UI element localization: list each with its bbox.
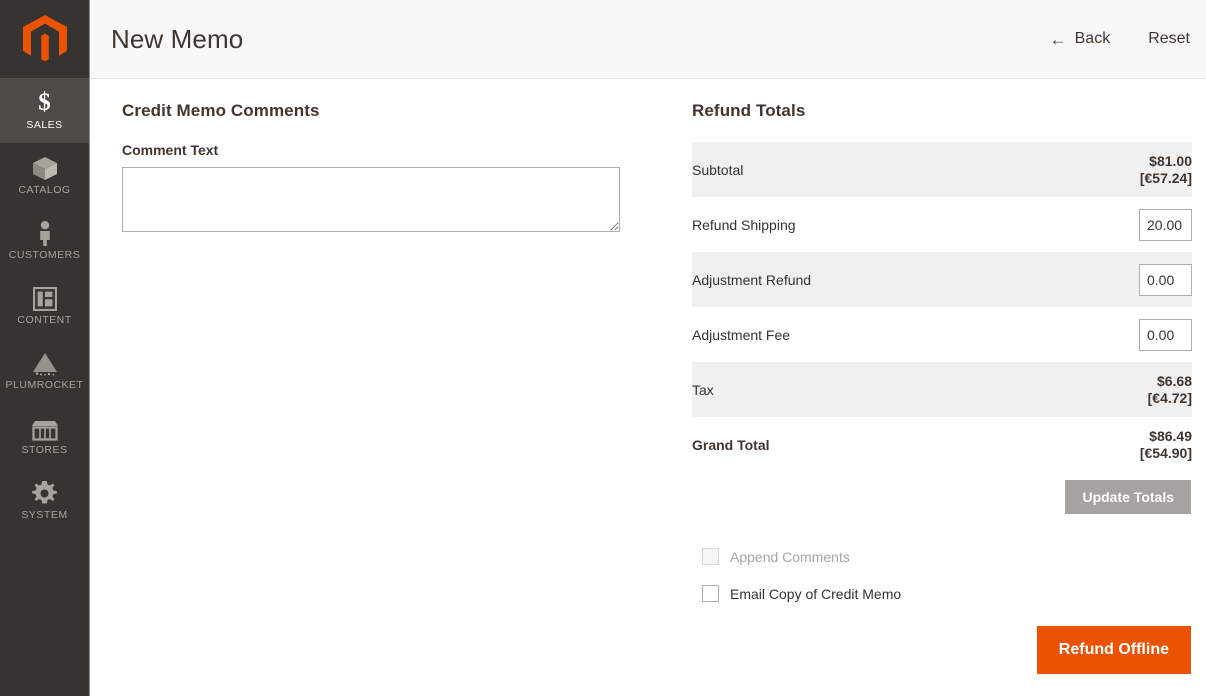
adjustment-refund-input[interactable]: [1139, 263, 1192, 296]
options-group: Append Comments Email Copy of Credit Mem…: [692, 548, 1192, 602]
rocket-icon: [30, 350, 60, 376]
row-label: Adjustment Refund: [692, 252, 1038, 307]
comments-section-title: Credit Memo Comments: [122, 101, 320, 120]
page-header: New Memo ← Back Reset: [90, 0, 1206, 79]
sidebar-item-system[interactable]: SYSTEM: [0, 468, 89, 533]
row-value: $86.49 [€54.90]: [1038, 417, 1192, 472]
magento-logo[interactable]: [0, 0, 89, 78]
person-icon: [36, 220, 54, 247]
comment-text-input[interactable]: [122, 167, 620, 232]
credit-memo-comments-section: Credit Memo Comments Comment Text: [122, 101, 652, 696]
append-comments-label: Append Comments: [730, 548, 850, 565]
table-row: Tax $6.68 [€4.72]: [692, 362, 1192, 417]
sidebar-item-label: PLUMROCKET: [5, 379, 84, 392]
reset-button-label: Reset: [1148, 30, 1190, 47]
refund-totals-title: Refund Totals: [692, 101, 806, 120]
back-button[interactable]: ← Back: [1048, 26, 1113, 52]
table-row: Adjustment Fee: [692, 307, 1192, 362]
comment-text-label: Comment Text: [122, 142, 219, 158]
dollar-icon: $: [38, 89, 51, 117]
box-icon: [32, 155, 58, 181]
storefront-icon: [31, 415, 59, 441]
update-totals-row: Update Totals: [692, 480, 1192, 514]
back-arrow-icon: ←: [1049, 29, 1067, 49]
email-copy-checkbox[interactable]: [702, 585, 719, 602]
row-value-alt: [€57.24]: [1139, 169, 1192, 186]
append-comments-checkbox[interactable]: [702, 548, 719, 565]
sidebar-item-label: CUSTOMERS: [8, 249, 81, 262]
email-copy-row[interactable]: Email Copy of Credit Memo: [702, 585, 1192, 602]
reset-button[interactable]: Reset: [1146, 26, 1192, 52]
refund-totals-table: Subtotal $81.00 [€57.24] Refund Shipping: [692, 142, 1192, 472]
table-row: Refund Shipping: [692, 197, 1192, 252]
sidebar-item-sales[interactable]: $ SALES: [0, 78, 89, 143]
admin-sidebar: $ SALES CATALOG CUSTOMERS CONTENT PLUMRO…: [0, 0, 90, 696]
sidebar-item-label: CONTENT: [17, 314, 72, 327]
main-content: New Memo ← Back Reset Credit Memo Commen…: [90, 0, 1206, 696]
sidebar-item-plumrocket[interactable]: PLUMROCKET: [0, 338, 89, 403]
row-label: Grand Total: [692, 417, 1038, 472]
back-button-label: Back: [1074, 30, 1111, 47]
row-label: Refund Shipping: [692, 197, 1038, 252]
row-value-alt: [€4.72]: [1147, 389, 1192, 406]
row-label: Tax: [692, 362, 1038, 417]
row-value-alt: [€54.90]: [1139, 444, 1192, 461]
email-copy-label: Email Copy of Credit Memo: [730, 585, 902, 602]
header-actions: ← Back Reset: [1048, 26, 1192, 52]
row-value: $6.68 [€4.72]: [1038, 362, 1192, 417]
table-row: Subtotal $81.00 [€57.24]: [692, 142, 1192, 197]
magento-logo-icon: [22, 15, 67, 62]
sidebar-item-stores[interactable]: STORES: [0, 403, 89, 468]
row-label: Subtotal: [692, 142, 1038, 197]
refund-shipping-input[interactable]: [1139, 208, 1192, 241]
content-area: Credit Memo Comments Comment Text Refund…: [90, 79, 1206, 696]
row-label: Adjustment Fee: [692, 307, 1038, 362]
append-comments-row[interactable]: Append Comments: [702, 548, 1192, 565]
row-value-base: $81.00: [1149, 152, 1192, 169]
sidebar-item-label: SALES: [26, 119, 63, 132]
sidebar-item-content[interactable]: CONTENT: [0, 273, 89, 338]
admin-page: $ SALES CATALOG CUSTOMERS CONTENT PLUMRO…: [0, 0, 1206, 696]
row-input-cell: [1038, 307, 1192, 362]
row-input-cell: [1038, 197, 1192, 252]
adjustment-fee-input[interactable]: [1139, 318, 1192, 351]
refund-offline-button[interactable]: Refund Offline: [1036, 626, 1191, 674]
sidebar-item-customers[interactable]: CUSTOMERS: [0, 208, 89, 273]
table-row: Adjustment Refund: [692, 252, 1192, 307]
layout-icon: [32, 285, 57, 312]
row-value-base: $6.68: [1156, 372, 1192, 389]
sidebar-item-catalog[interactable]: CATALOG: [0, 143, 89, 208]
table-row: Grand Total $86.49 [€54.90]: [692, 417, 1192, 472]
sidebar-item-label: SYSTEM: [21, 509, 68, 522]
row-value: $81.00 [€57.24]: [1038, 142, 1192, 197]
update-totals-button[interactable]: Update Totals: [1065, 480, 1191, 514]
page-title: New Memo: [111, 23, 244, 54]
submit-row: Refund Offline: [692, 626, 1192, 674]
row-input-cell: [1038, 252, 1192, 307]
sidebar-item-label: CATALOG: [18, 184, 71, 197]
refund-totals-section: Refund Totals Subtotal $81.00 [€57.24] R…: [692, 101, 1192, 696]
row-value-base: $86.49: [1149, 427, 1192, 444]
sidebar-item-label: STORES: [21, 444, 68, 457]
gear-icon: [32, 480, 57, 506]
